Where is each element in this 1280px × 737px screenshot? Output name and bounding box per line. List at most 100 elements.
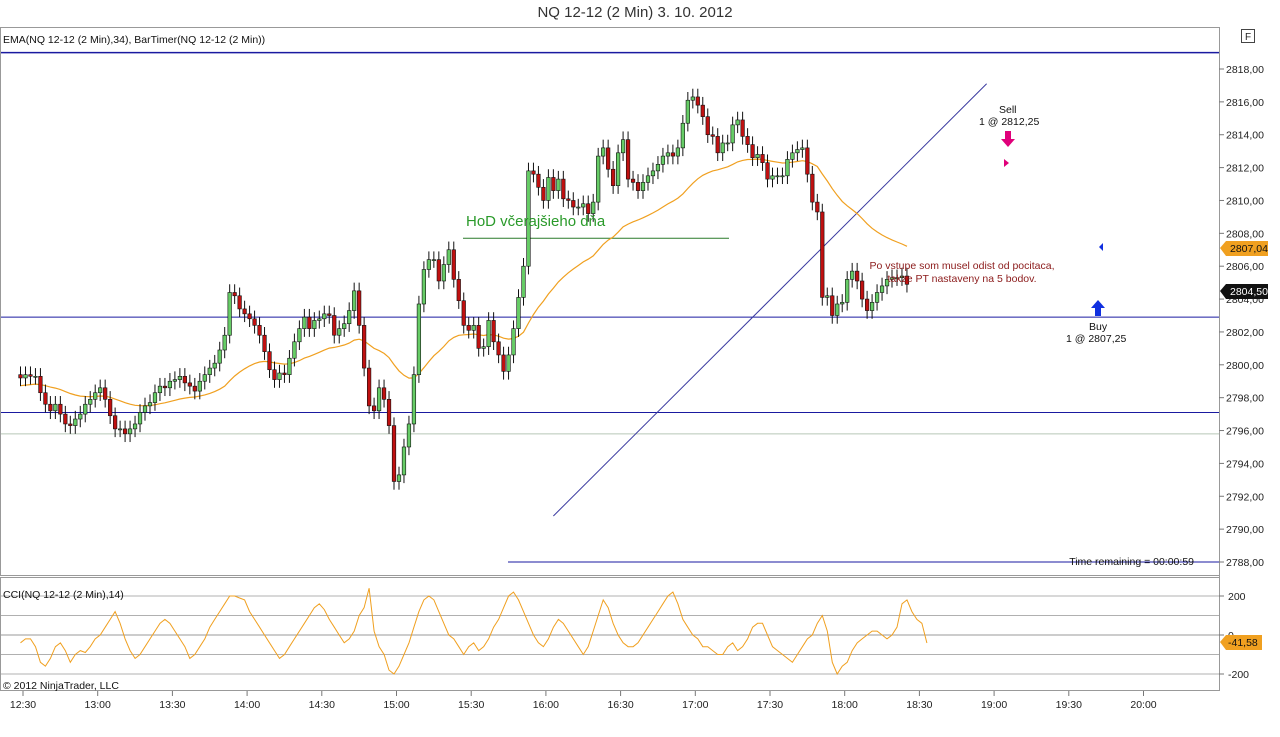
candle-body — [436, 259, 441, 282]
candle-body — [113, 415, 118, 430]
price-tick-label: 2790,00 — [1226, 524, 1264, 536]
sell-arrow-icon — [1001, 131, 1015, 147]
candle-body — [571, 200, 576, 208]
candle-body — [302, 316, 307, 329]
candle-body — [272, 369, 277, 380]
candle-body — [546, 177, 551, 201]
candle-body — [755, 154, 760, 159]
candle-body — [167, 380, 173, 389]
price-panel-frame — [0, 27, 1220, 576]
buy-exit-marker-icon — [1099, 243, 1103, 251]
price-tick-label: 2800,00 — [1226, 360, 1264, 372]
f-button-label: F — [1245, 32, 1251, 43]
candle-body — [640, 182, 646, 191]
candle-body — [282, 372, 287, 375]
bar-timer-label: Time remaining = 00:00:59 — [1069, 556, 1194, 568]
candle-body — [516, 297, 521, 329]
candle-body — [347, 310, 352, 325]
price-tick-label: 2798,00 — [1226, 393, 1264, 405]
candle-body — [391, 425, 397, 482]
time-tick-label: 19:30 — [1056, 699, 1082, 711]
sell-label: Sell — [999, 104, 1017, 116]
candle-body — [421, 269, 426, 305]
candle-body — [855, 270, 860, 282]
candle-body — [287, 357, 292, 375]
candle-body — [127, 428, 133, 435]
ema-price-tag-text: 2807,04 — [1230, 243, 1268, 255]
candle-body — [396, 474, 402, 482]
note-line-1: Po vstupe som musel odist od pocitaca, — [869, 260, 1054, 272]
candle-body — [332, 315, 337, 336]
time-tick-label: 18:00 — [832, 699, 858, 711]
candle-body — [690, 96, 695, 101]
candle-body — [222, 334, 227, 351]
candle-body — [879, 285, 885, 293]
candle-body — [461, 300, 466, 326]
chart-canvas: 2818,00 2816,00 2814,00 2812,00 2810,00 2808,… — [0, 27, 1268, 711]
candle-body — [675, 147, 680, 157]
candle-body — [665, 152, 671, 157]
sell-price-label: 1 @ 2812,25 — [979, 116, 1039, 128]
candle-body — [232, 292, 237, 297]
candle-body — [790, 152, 795, 160]
candle-body — [277, 372, 282, 380]
candle-body — [521, 265, 526, 298]
candle-body — [655, 164, 661, 172]
time-tick-label: 12:30 — [10, 699, 36, 711]
candle-body — [486, 320, 491, 348]
time-tick-label: 15:00 — [383, 699, 409, 711]
candle-body — [795, 149, 800, 154]
candle-body — [187, 382, 192, 387]
candle-body — [541, 187, 546, 201]
candle-body — [720, 142, 725, 154]
candle-body — [581, 203, 586, 208]
time-tick-label: 20:00 — [1130, 699, 1156, 711]
candle-body — [810, 173, 815, 203]
candle-body — [207, 367, 212, 375]
candle-body — [815, 201, 820, 213]
candle-body — [307, 316, 312, 329]
candle-body — [88, 399, 93, 405]
price-tick-label: 2810,00 — [1226, 195, 1264, 207]
candle-body — [620, 139, 626, 154]
candle-body — [869, 302, 875, 311]
cci-tick-label: 200 — [1228, 591, 1246, 603]
time-tick-label: 13:30 — [159, 699, 185, 711]
candle-body — [601, 147, 606, 157]
candle-body — [78, 413, 83, 420]
candle-body — [342, 323, 347, 329]
candle-body — [451, 249, 456, 280]
price-tick-label: 2806,00 — [1226, 261, 1264, 273]
candle-body — [212, 362, 217, 369]
candle-body — [760, 154, 765, 163]
candle-body — [745, 136, 750, 145]
candle-body — [317, 318, 322, 321]
time-tick-label: 13:00 — [85, 699, 111, 711]
candle-body — [406, 423, 412, 448]
price-indicator-label: EMA(NQ 12-12 (2 Min),34), BarTimer(NQ 12… — [3, 34, 265, 46]
candle-body — [73, 418, 78, 426]
candle-body — [157, 385, 163, 394]
candle-body — [48, 403, 53, 412]
candle-body — [122, 428, 128, 435]
copyright-label: © 2012 NinjaTrader, LLC — [3, 680, 119, 692]
time-tick-label: 15:30 — [458, 699, 484, 711]
price-tick-label: 2802,00 — [1226, 327, 1264, 339]
candle-body — [53, 403, 58, 412]
candle-body — [735, 119, 740, 126]
candle-body — [93, 392, 98, 400]
candle-body — [800, 147, 805, 150]
candle-body — [267, 351, 272, 371]
candle-body — [327, 313, 332, 316]
candle-body — [820, 211, 825, 298]
candle-body — [531, 170, 536, 175]
candle-body — [566, 198, 571, 201]
candle-body — [83, 403, 88, 415]
ema-series-line — [20, 158, 908, 407]
candle-body — [765, 162, 770, 180]
buy-arrow-icon — [1091, 300, 1105, 316]
candle-body — [630, 178, 636, 183]
price-tick-label: 2792,00 — [1226, 491, 1264, 503]
candle-body — [38, 376, 43, 394]
candle-body — [481, 346, 486, 349]
